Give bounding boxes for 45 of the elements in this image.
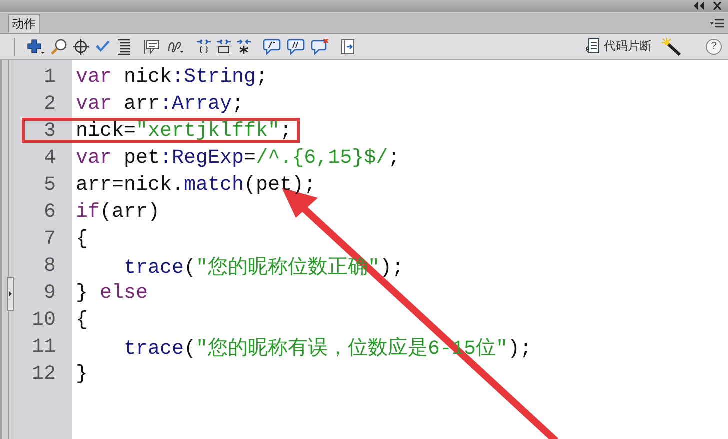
magic-wand-icon[interactable] <box>662 38 682 56</box>
collapse-icon[interactable] <box>693 2 705 10</box>
code-line: trace("您的昵称位数正确"); <box>124 256 404 280</box>
code-line: } <box>76 363 88 386</box>
line-number: 11 <box>30 336 56 359</box>
checkmark-icon[interactable] <box>95 40 111 54</box>
remove-comment-icon[interactable] <box>311 38 329 54</box>
block-comment-icon[interactable] <box>263 38 281 54</box>
search-icon[interactable] <box>51 38 67 54</box>
line-number: 4 <box>42 147 56 170</box>
code-line: var arr:Array; <box>76 93 244 116</box>
snippet-icon <box>584 38 600 55</box>
line-number: 1 <box>42 66 56 89</box>
code-line: } else <box>76 282 148 305</box>
add-icon[interactable] <box>27 38 45 54</box>
line-number: 8 <box>42 255 56 278</box>
panel-tab[interactable]: 动作 <box>8 14 40 33</box>
line-number: 6 <box>42 201 56 224</box>
code-line: var pet:RegExp=/^.{6,15}$/; <box>76 147 400 170</box>
code-line: var nick:String; <box>76 66 268 89</box>
code-snippets-button[interactable]: 代码片断 <box>584 38 652 55</box>
line-number: 3 <box>42 120 56 143</box>
close-icon[interactable] <box>713 2 722 10</box>
collapse-braces-icon[interactable] <box>197 38 211 54</box>
line-number: 5 <box>42 174 56 197</box>
code-line: { <box>76 228 88 251</box>
help-button[interactable]: ? <box>706 38 722 54</box>
collapse-handle[interactable] <box>7 277 14 311</box>
crosshair-icon[interactable] <box>73 38 89 54</box>
line-number: 10 <box>30 309 56 332</box>
code-hint-icon[interactable] <box>143 38 161 54</box>
expand-all-icon[interactable] <box>237 38 251 54</box>
code-line: arr=nick.match(pet); <box>76 174 316 197</box>
line-number: 12 <box>30 363 56 386</box>
line-comment-icon[interactable] <box>287 38 305 54</box>
code-line: if(arr) <box>76 201 160 224</box>
line-number: 9 <box>42 282 56 305</box>
toolbox-icon[interactable] <box>341 38 355 54</box>
line-number: 2 <box>42 93 56 116</box>
format-icon[interactable] <box>117 38 131 54</box>
panel-menu-icon[interactable] <box>710 18 724 28</box>
code-line: nick="xertjklffk"; <box>76 120 292 143</box>
collapse-selection-icon[interactable] <box>217 38 231 54</box>
code-line: { <box>76 309 88 332</box>
line-number: 7 <box>42 228 56 251</box>
